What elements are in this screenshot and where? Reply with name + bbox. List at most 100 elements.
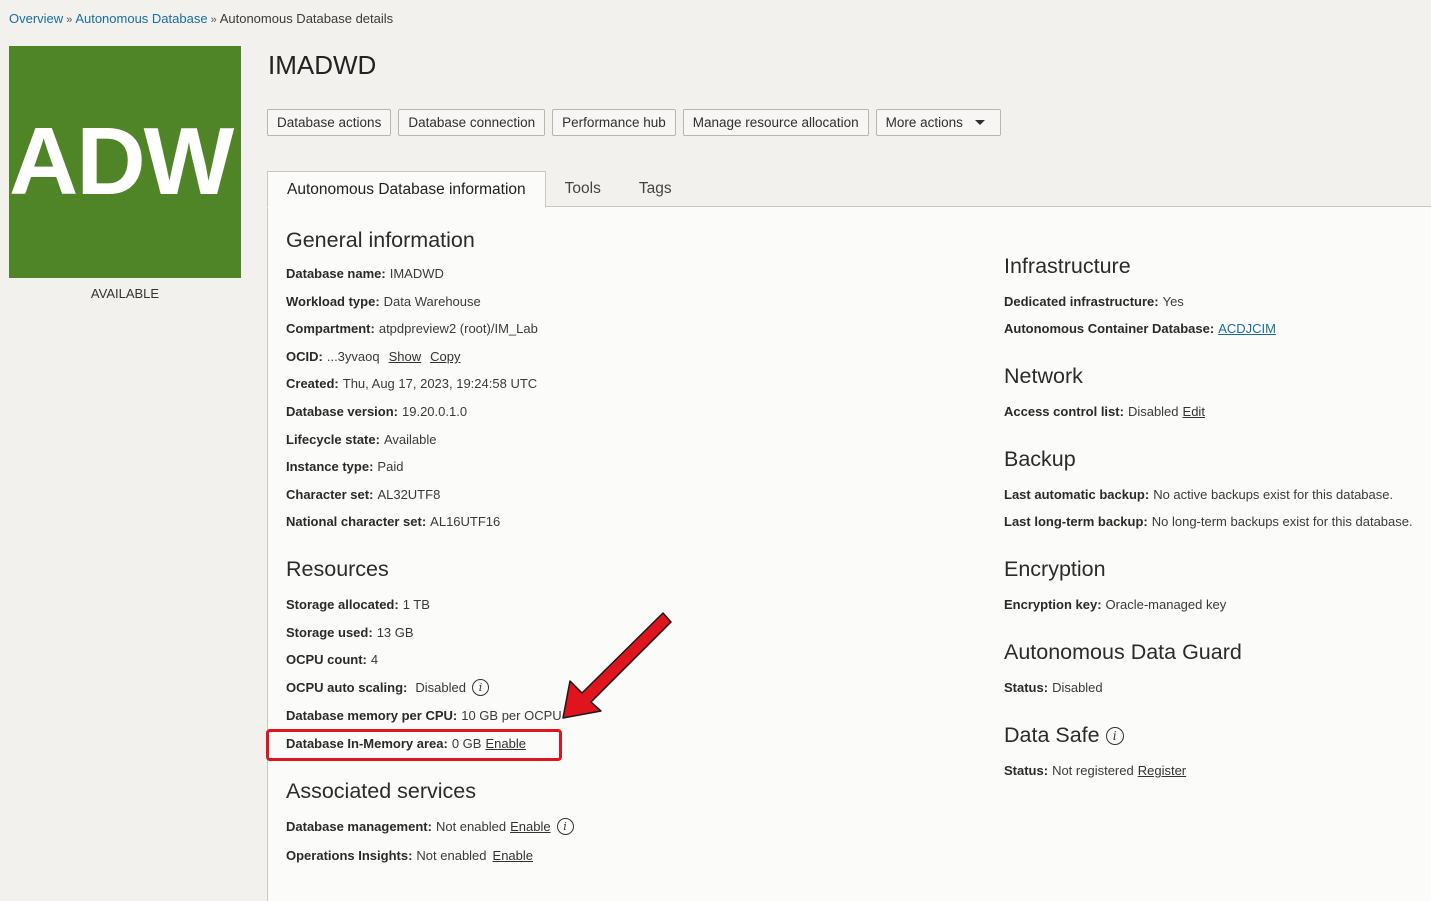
ocpu-auto-scaling-row: OCPU auto scaling: Disabled i	[286, 679, 489, 696]
more-actions-label: More actions	[885, 115, 963, 130]
encryption-key-row: Encryption key: Oracle-managed key	[1004, 597, 1226, 612]
tab-tags[interactable]: Tags	[620, 171, 691, 207]
field-value: atpdpreview2 (root)/IM_Lab	[378, 321, 538, 336]
breadcrumb-current: Autonomous Database details	[219, 11, 394, 26]
data-guard-status-row: Status: Disabled	[1004, 680, 1103, 695]
tab-tools[interactable]: Tools	[546, 171, 620, 207]
field-value: Not enabled	[416, 848, 487, 863]
field-label: Encryption key:	[1004, 597, 1102, 612]
created-row: Created: Thu, Aug 17, 2023, 19:24:58 UTC	[286, 376, 537, 391]
encryption-heading: Encryption	[1004, 557, 1106, 581]
data-safe-status-row: Status: Not registered Register	[1004, 763, 1186, 778]
ocid-copy-link[interactable]: Copy	[430, 349, 460, 364]
more-actions-button[interactable]: More actions	[875, 109, 1001, 136]
field-value: Oracle-managed key	[1105, 597, 1227, 612]
tab-adb-information[interactable]: Autonomous Database information	[267, 171, 546, 208]
compartment-row: Compartment: atpdpreview2 (root)/IM_Lab	[286, 321, 538, 336]
field-label: Status:	[1004, 680, 1049, 695]
field-label: Database memory per CPU:	[286, 708, 458, 723]
caret-down-icon	[974, 120, 985, 125]
info-icon[interactable]: i	[556, 818, 574, 835]
ocid-row: OCID: ...3yvaoq Show Copy	[286, 349, 461, 364]
field-value: Paid	[377, 459, 404, 474]
associated-services-heading: Associated services	[286, 779, 476, 803]
adw-logo-text: ADW	[9, 108, 234, 215]
data-guard-heading: Autonomous Data Guard	[1004, 640, 1242, 664]
lifecycle-status-label: AVAILABLE	[90, 286, 160, 301]
breadcrumb-adb-link[interactable]: Autonomous Database	[75, 11, 207, 26]
field-label: OCPU auto scaling:	[286, 680, 408, 695]
field-label: Database name:	[286, 266, 386, 281]
storage-used-row: Storage used: 13 GB	[286, 625, 414, 640]
field-value: Data Warehouse	[383, 294, 481, 309]
field-value: 4	[370, 652, 379, 667]
field-label: Dedicated infrastructure:	[1004, 294, 1159, 309]
instance-type-row: Instance type: Paid	[286, 459, 403, 474]
field-value: Not registered	[1052, 763, 1134, 778]
database-management-enable-link[interactable]: Enable	[510, 819, 550, 834]
container-database-link[interactable]: ACDJCIM	[1218, 321, 1276, 336]
storage-allocated-row: Storage allocated: 1 TB	[286, 597, 430, 612]
manage-resource-allocation-button[interactable]: Manage resource allocation	[682, 109, 869, 136]
field-value: Disabled	[1052, 680, 1103, 695]
field-label: Character set:	[286, 487, 374, 502]
operations-insights-row: Operations Insights: Not enabled Enable	[286, 848, 533, 863]
info-icon[interactable]: i	[1105, 726, 1124, 745]
field-value: IMADWD	[389, 266, 444, 281]
field-value: 1 TB	[402, 597, 430, 612]
database-actions-button[interactable]: Database actions	[267, 109, 392, 136]
national-character-set-row: National character set: AL16UTF16	[286, 514, 500, 529]
data-safe-register-link[interactable]: Register	[1138, 763, 1186, 778]
field-label: Access control list:	[1004, 404, 1124, 419]
field-value: No active backups exist for this databas…	[1153, 487, 1394, 502]
character-set-row: Character set: AL32UTF8	[286, 487, 440, 502]
operations-insights-enable-link[interactable]: Enable	[493, 848, 533, 863]
field-value: 13 GB	[376, 625, 414, 640]
field-value: 19.20.0.1.0	[402, 404, 468, 419]
field-label: Lifecycle state:	[286, 432, 380, 447]
red-arrow-annotation	[562, 612, 672, 719]
performance-hub-button[interactable]: Performance hub	[552, 109, 676, 136]
field-label: Database version:	[286, 404, 398, 419]
infrastructure-heading: Infrastructure	[1004, 254, 1131, 278]
field-label: Database management:	[286, 819, 432, 834]
field-label: Storage used:	[286, 625, 373, 640]
field-value: Thu, Aug 17, 2023, 19:24:58 UTC	[342, 376, 538, 391]
workload-type-row: Workload type: Data Warehouse	[286, 294, 481, 309]
breadcrumb-overview-link[interactable]: Overview	[9, 11, 63, 26]
field-value: Disabled	[1127, 404, 1179, 419]
field-label: OCPU count:	[286, 652, 367, 667]
field-value: AL32UTF8	[377, 487, 441, 502]
data-safe-heading: Data Safe i	[1004, 723, 1124, 748]
field-value: AL16UTF16	[430, 514, 501, 529]
info-icon[interactable]: i	[471, 679, 489, 696]
field-value: Yes	[1162, 294, 1184, 309]
field-label: Workload type:	[286, 294, 380, 309]
adw-logo-tile: ADW	[9, 46, 241, 278]
field-label: Last long-term backup:	[1004, 514, 1148, 529]
database-connection-button[interactable]: Database connection	[398, 109, 546, 136]
data-safe-title: Data Safe	[1004, 723, 1100, 747]
acl-edit-link[interactable]: Edit	[1183, 404, 1205, 419]
resources-heading: Resources	[286, 557, 389, 581]
field-label: Created:	[286, 376, 339, 391]
field-label: OCID:	[286, 349, 323, 364]
database-management-row: Database management: Not enabled Enable i	[286, 818, 574, 835]
network-heading: Network	[1004, 364, 1083, 388]
field-label: Compartment:	[286, 321, 375, 336]
backup-heading: Backup	[1004, 447, 1076, 471]
field-value: 10 GB per OCPU	[461, 708, 562, 723]
page-title: IMADWD	[268, 50, 377, 80]
field-value: ...3yvaoq	[326, 349, 380, 364]
ocpu-count-row: OCPU count: 4	[286, 652, 378, 667]
last-automatic-backup-row: Last automatic backup: No active backups …	[1004, 487, 1393, 502]
field-value: Available	[383, 432, 437, 447]
breadcrumb: Overview» Autonomous Database» Autonomous …	[9, 11, 393, 26]
database-version-row: Database version: 19.20.0.1.0	[286, 404, 467, 419]
field-label: Storage allocated:	[286, 597, 399, 612]
field-label: Last automatic backup:	[1004, 487, 1150, 502]
ocid-show-link[interactable]: Show	[389, 349, 422, 364]
field-value: No long-term backups exist for this data…	[1151, 514, 1413, 529]
dedicated-infrastructure-row: Dedicated infrastructure: Yes	[1004, 294, 1184, 309]
breadcrumb-separator: »	[66, 14, 73, 26]
